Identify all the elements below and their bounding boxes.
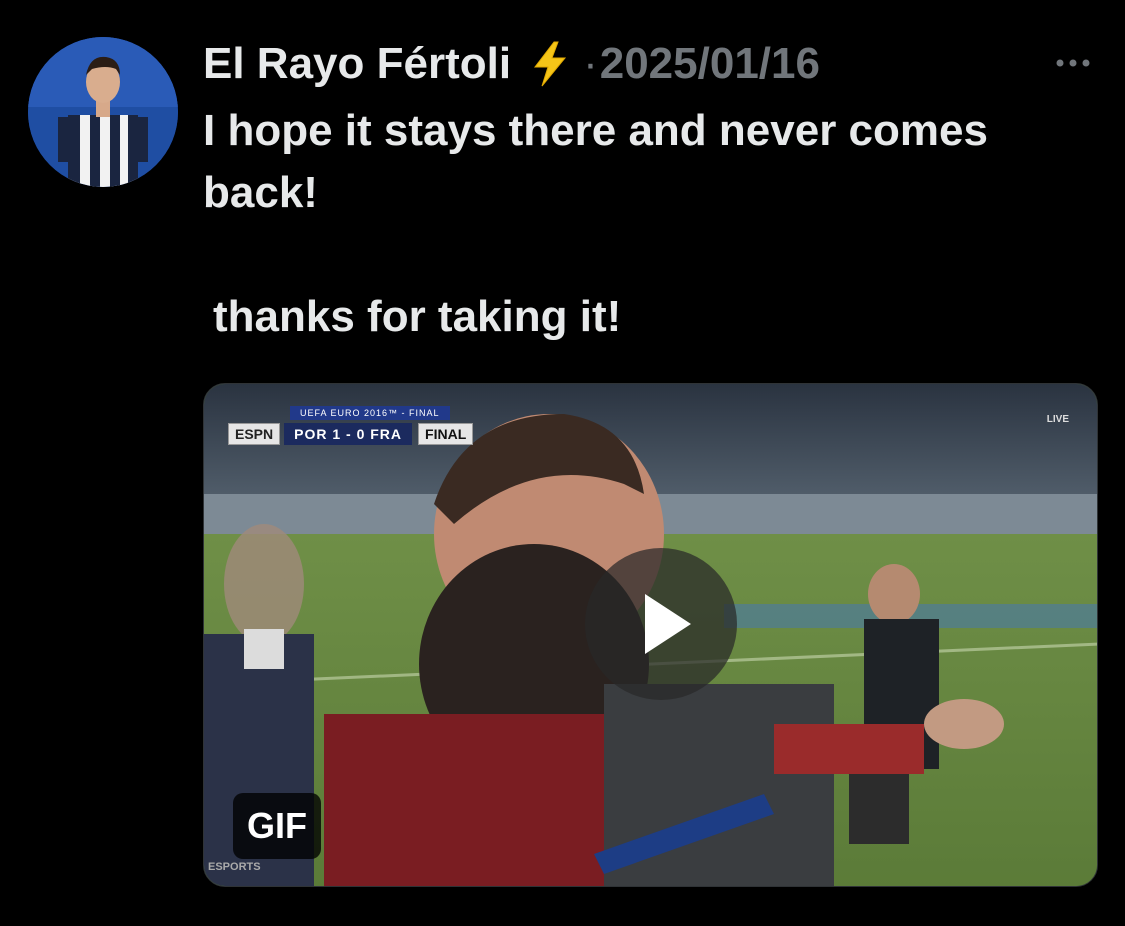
display-name[interactable]: El Rayo Fértoli [203, 36, 511, 92]
gif-media[interactable]: UEFA EURO 2016™ - FINAL ESPN POR 1 - 0 F… [203, 383, 1098, 887]
separator-dot: · [583, 39, 598, 88]
tweet-text-line1: I hope it stays there and never comes ba… [203, 106, 988, 217]
play-button[interactable] [585, 548, 737, 700]
more-horizontal-icon[interactable] [1055, 56, 1091, 68]
play-icon [645, 594, 691, 654]
gif-badge: GIF [233, 793, 321, 859]
player-avatar-image [28, 37, 178, 187]
timestamp[interactable]: 2025/01/16 [600, 36, 820, 92]
corner-logo: LIVE [1046, 414, 1069, 425]
lightning-bolt-icon [531, 41, 569, 87]
scorebug-header: UEFA EURO 2016™ - FINAL [290, 406, 450, 420]
channel-watermark: ESPORTS [208, 861, 261, 873]
avatar[interactable] [28, 37, 178, 187]
tweet-header: El Rayo Fértoli · 2025/01/16 [203, 36, 820, 92]
scorebug-network: ESPN [228, 423, 281, 445]
scorebug-status: FINAL [418, 423, 474, 445]
tweet-text-line2: thanks for taking it! [213, 292, 622, 341]
scorebug-score: POR 1 - 0 FRA [284, 423, 413, 445]
tweet-text: I hope it stays there and never comes ba… [203, 100, 1063, 348]
scorebug: ESPN POR 1 - 0 FRA FINAL [228, 422, 474, 446]
